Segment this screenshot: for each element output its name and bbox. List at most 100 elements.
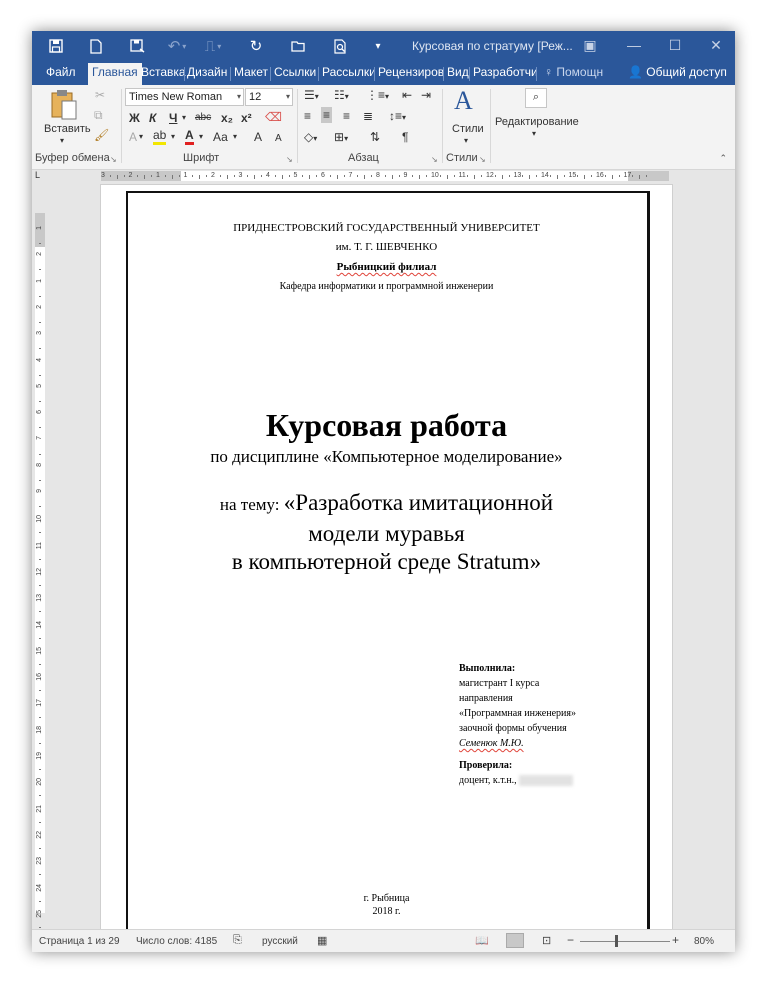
paste-icon[interactable]: [50, 89, 78, 125]
underline-button[interactable]: Ч: [169, 110, 177, 126]
tab-layout[interactable]: Макет: [234, 65, 268, 79]
ruler-tick-mark: [508, 175, 510, 177]
search-icon[interactable]: ⌕: [525, 88, 547, 108]
styles-launcher-icon[interactable]: ↘: [479, 155, 486, 164]
align-right-icon[interactable]: ≡: [343, 108, 350, 124]
justify-icon[interactable]: ≣: [363, 108, 373, 124]
align-left-icon[interactable]: ≡: [304, 108, 311, 124]
shading-icon[interactable]: ◇▾: [304, 129, 317, 147]
group-separator: [121, 89, 122, 163]
minimize-icon[interactable]: —: [624, 37, 644, 53]
numbering-icon[interactable]: ☷▾: [334, 87, 349, 105]
styles-button[interactable]: Стили: [452, 123, 484, 135]
document-area[interactable]: ПРИДНЕСТРОВСКИЙ ГОСУДАРСТВЕННЫЙ УНИВЕРСИ…: [48, 182, 735, 929]
underline-dropdown-icon[interactable]: ▾: [182, 110, 186, 126]
ruler-tick-mark: [494, 175, 496, 177]
tab-insert[interactable]: Вставка: [141, 65, 186, 79]
superscript-button[interactable]: x²: [241, 110, 252, 126]
multilevel-list-icon[interactable]: ⋮≡▾: [366, 87, 389, 105]
chevron-down-icon[interactable]: ▾: [532, 129, 536, 138]
strikethrough-button[interactable]: abc: [195, 110, 211, 126]
print-preview-icon[interactable]: [330, 36, 350, 56]
chevron-down-icon[interactable]: ▾: [139, 129, 143, 145]
tab-home[interactable]: Главная: [88, 63, 142, 85]
save-icon[interactable]: [46, 36, 66, 56]
bullets-icon[interactable]: ☰▾: [304, 87, 319, 105]
close-icon[interactable]: ✕: [706, 37, 726, 54]
language-indicator[interactable]: русский: [262, 936, 298, 947]
italic-button[interactable]: К: [149, 110, 156, 126]
repeat-icon[interactable]: ↻: [246, 36, 266, 56]
align-center-icon[interactable]: ≡: [321, 107, 333, 123]
line-spacing-icon[interactable]: ↕≡▾: [389, 108, 406, 126]
format-painter-icon[interactable]: 🖌: [94, 127, 109, 143]
clipboard-launcher-icon[interactable]: ↘: [110, 155, 117, 164]
subscript-button[interactable]: x₂: [221, 110, 233, 126]
open-folder-icon[interactable]: [288, 36, 308, 56]
font-name-combo[interactable]: Times New Roman ▾: [125, 88, 244, 106]
grow-font-button[interactable]: А: [254, 129, 262, 145]
tab-developer[interactable]: Разработчи: [473, 65, 538, 79]
new-doc-icon[interactable]: [86, 36, 106, 56]
text-effects-icon[interactable]: A: [129, 129, 137, 145]
shrink-font-button[interactable]: А: [275, 131, 282, 147]
tab-view[interactable]: Вид: [447, 65, 469, 79]
save-as-icon[interactable]: [127, 36, 147, 56]
performer-line-1: магистрант I курса: [459, 678, 540, 689]
chevron-down-icon[interactable]: ▾: [199, 129, 203, 145]
paragraph-launcher-icon[interactable]: ↘: [431, 155, 438, 164]
borders-icon[interactable]: ⊞▾: [334, 129, 348, 147]
maximize-icon[interactable]: ☐: [665, 37, 685, 54]
proofing-icon[interactable]: ⎘: [233, 934, 242, 947]
customize-icon[interactable]: ▾: [370, 36, 386, 56]
bold-button[interactable]: Ж: [129, 110, 140, 126]
zoom-slider-thumb[interactable]: [615, 935, 618, 947]
vertical-ruler[interactable]: L 1 2 1 2 3 4 5 6 7 8 9 10 11 12 13 14 15 16 17 18 19 20 21 22 2…: [32, 170, 48, 944]
tab-references[interactable]: Ссылки: [274, 65, 316, 79]
font-color-button[interactable]: А: [185, 129, 194, 145]
ruler-tick-label: 23: [36, 857, 43, 865]
font-size-combo[interactable]: 12 ▾: [245, 88, 293, 106]
ruler-tick-mark: [39, 269, 41, 271]
paste-dropdown-icon[interactable]: ▾: [60, 136, 64, 145]
web-layout-icon[interactable]: ⊡: [542, 934, 551, 947]
change-case-button[interactable]: Аа: [213, 129, 228, 145]
increase-indent-icon[interactable]: ⇥: [421, 87, 431, 103]
ribbon-display-icon[interactable]: ▣: [580, 37, 600, 54]
print-layout-icon[interactable]: [506, 933, 524, 948]
zoom-level[interactable]: 80%: [694, 936, 714, 947]
sort-icon[interactable]: ⇅: [370, 129, 380, 145]
share-button[interactable]: 👤 Общий доступ: [628, 65, 727, 79]
clear-formatting-icon[interactable]: ⌫: [265, 109, 282, 125]
font-launcher-icon[interactable]: ↘: [286, 155, 293, 164]
cut-icon[interactable]: ✂: [95, 87, 105, 103]
zoom-slider[interactable]: [580, 941, 670, 942]
redo-icon[interactable]: ⎍ ▾: [202, 36, 224, 56]
chevron-down-icon[interactable]: ▾: [464, 136, 468, 145]
undo-icon[interactable]: ↶ ▾: [166, 36, 188, 56]
macro-icon[interactable]: ▦: [317, 934, 327, 947]
page-indicator[interactable]: Страница 1 из 29: [39, 936, 120, 947]
highlight-icon[interactable]: ab: [153, 129, 167, 145]
decrease-indent-icon[interactable]: ⇤: [402, 87, 412, 103]
paste-button[interactable]: Вставить: [44, 123, 91, 135]
editing-button[interactable]: Редактирование: [495, 116, 579, 128]
tab-design[interactable]: Дизайн: [187, 65, 227, 79]
word-count[interactable]: Число слов: 4185: [136, 936, 217, 947]
tab-file[interactable]: Файл: [46, 65, 76, 79]
copy-icon[interactable]: ⧉: [94, 107, 103, 123]
zoom-out-button[interactable]: −: [567, 933, 574, 947]
tab-selector-icon[interactable]: L: [35, 170, 40, 180]
tell-me-box[interactable]: ♀ Помощн: [544, 65, 603, 79]
horizontal-ruler[interactable]: 3 2 1 1 2 3 4 5 6 7 8 9 10 11 12 13 14 15 16 17: [32, 170, 735, 182]
page[interactable]: ПРИДНЕСТРОВСКИЙ ГОСУДАРСТВЕННЫЙ УНИВЕРСИ…: [100, 184, 673, 929]
chevron-down-icon[interactable]: ▾: [233, 129, 237, 145]
tab-review[interactable]: Рецензиров: [378, 65, 444, 79]
tab-mailings[interactable]: Рассылки: [322, 65, 376, 79]
chevron-down-icon[interactable]: ▾: [171, 129, 175, 145]
styles-icon[interactable]: A: [454, 85, 473, 117]
collapse-ribbon-icon[interactable]: ⌃: [719, 153, 727, 164]
show-marks-button[interactable]: ¶: [402, 129, 408, 145]
zoom-in-button[interactable]: +: [672, 933, 679, 947]
read-mode-icon[interactable]: 📖: [475, 934, 489, 947]
